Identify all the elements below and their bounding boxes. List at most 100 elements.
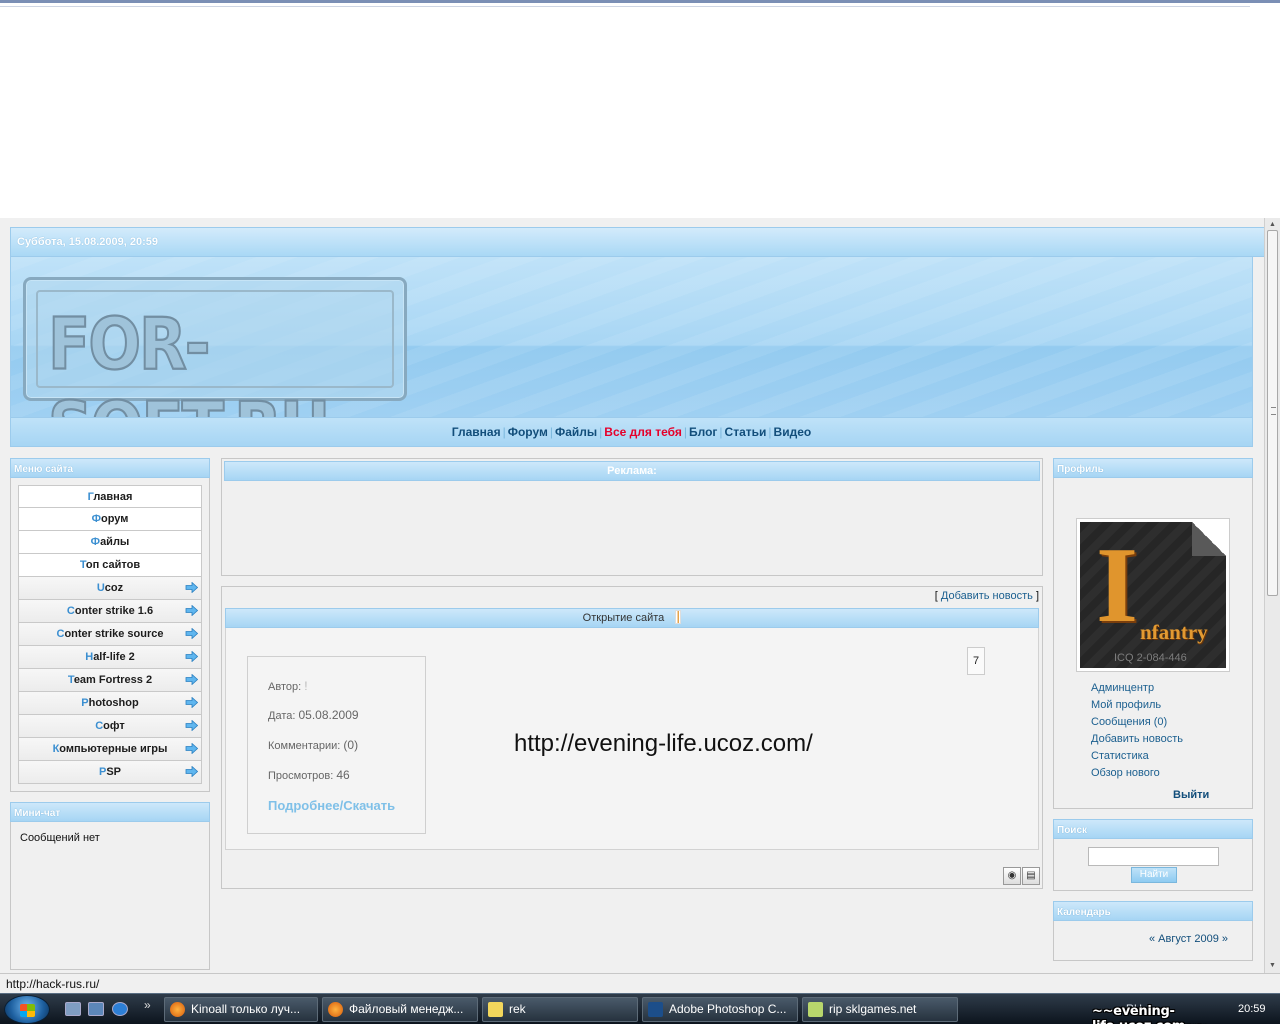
calendar-block: Календарь « Август 2009 »	[1053, 901, 1253, 961]
show-desktop-icon[interactable]	[65, 1002, 81, 1016]
avatar-word: nfantry	[1140, 620, 1208, 644]
news-content: Автор: ! Дата: 05.08.2009 Комментарии: (…	[225, 628, 1039, 850]
search-button[interactable]: Найти	[1131, 867, 1177, 883]
taskbar-button-0[interactable]: Kinoall только луч...	[164, 997, 318, 1022]
view-eye-icon[interactable]: ◉	[1003, 867, 1021, 885]
menu-item-first-letter: Ф	[91, 513, 101, 525]
calendar-month-nav[interactable]: « Август 2009 »	[1149, 933, 1228, 945]
internet-explorer-icon[interactable]	[112, 1002, 128, 1016]
date-row: Дата: 05.08.2009	[268, 708, 359, 722]
menu-item-label: айлы	[100, 536, 130, 548]
comments-value[interactable]: (0)	[343, 738, 358, 752]
profile-link-2[interactable]: Сообщения (0)	[1091, 716, 1183, 733]
bracket-open: [	[934, 590, 938, 602]
scroll-down-arrow-icon[interactable]: ▼	[1267, 961, 1278, 971]
profile-link-1[interactable]: Мой профиль	[1091, 699, 1183, 716]
logo-text: FOR-SOFT.RU	[47, 301, 331, 417]
profile-link-5[interactable]: Обзор нового	[1091, 767, 1183, 784]
menu-item-6[interactable]: Conter strike source	[18, 623, 202, 646]
windows-logo-bottom	[20, 1011, 35, 1017]
profile-header: Профиль	[1053, 458, 1253, 478]
news-title-bar[interactable]: Открытие сайта	[225, 608, 1039, 628]
menu-item-first-letter: P	[81, 697, 89, 709]
menu-item-label: оп сайтов	[85, 559, 141, 571]
page-scrollbar[interactable]: ▲ ▼	[1264, 218, 1280, 973]
menu-item-12[interactable]: PSP	[18, 761, 202, 784]
menu-item-7[interactable]: Half-life 2	[18, 646, 202, 669]
menu-item-0[interactable]: Главная	[18, 485, 202, 508]
menu-item-label: SP	[106, 766, 122, 778]
submenu-arrow-icon	[185, 582, 198, 593]
taskbar-button-label: Adobe Photoshop C...	[669, 1002, 787, 1016]
add-news-link[interactable]: Добавить новость	[941, 590, 1033, 602]
menu-item-1[interactable]: Форум	[18, 508, 202, 531]
menu-item-5[interactable]: Conter strike 1.6	[18, 600, 202, 623]
menu-item-label: омпьютерные игры	[59, 743, 168, 755]
nav-link-4[interactable]: Блог	[689, 425, 717, 439]
taskbar-button-3[interactable]: Adobe Photoshop C...	[642, 997, 798, 1022]
nav-separator: |	[683, 425, 687, 439]
menu-item-10[interactable]: Софт	[18, 715, 202, 738]
site-url-text: http://evening-life.ucoz.com/	[514, 730, 813, 757]
print-icon[interactable]: ▤	[1022, 867, 1040, 885]
menu-item-4[interactable]: Ucoz	[18, 577, 202, 600]
nav-link-1[interactable]: Форум	[508, 425, 548, 439]
profile-link-4[interactable]: Статистика	[1091, 750, 1183, 767]
nav-link-0[interactable]: Главная	[452, 425, 501, 439]
menu-item-9[interactable]: Photoshop	[18, 692, 202, 715]
taskbar-button-label: Файловый менедж...	[349, 1002, 464, 1016]
nav-link-6[interactable]: Видео	[774, 425, 812, 439]
site-menu: Главная Форум Файлы Топ сайтов Ucoz Conter st…	[10, 478, 210, 792]
submenu-arrow-icon	[185, 628, 198, 639]
top-divider	[0, 6, 1250, 7]
submenu-arrow-icon	[185, 766, 198, 777]
submenu-arrow-icon	[185, 605, 198, 616]
minichat-header: Мини-чат	[10, 802, 210, 822]
quicklaunch-more-icon[interactable]: »	[144, 998, 151, 1012]
taskbar-button-4[interactable]: rip sklgames.net	[802, 997, 958, 1022]
site-logo[interactable]: FOR-SOFT.RU	[23, 277, 407, 417]
scroll-grip-icon	[1271, 407, 1276, 415]
profile-link-0[interactable]: Админцентр	[1091, 682, 1183, 699]
nav-separator: |	[719, 425, 723, 439]
menu-item-first-letter: С	[95, 720, 104, 732]
app-icon	[808, 1002, 823, 1017]
menu-item-8[interactable]: Team Fortress 2	[18, 669, 202, 692]
taskbar-button-label: rek	[509, 1002, 526, 1016]
date-bar: Суббота, 15.08.2009, 20:59	[10, 227, 1264, 257]
switch-windows-icon[interactable]	[88, 1002, 104, 1016]
watermark: ~~evening-life.ucoz.com~~	[1092, 1004, 1207, 1024]
app-icon	[328, 1002, 343, 1017]
start-button[interactable]	[4, 995, 50, 1024]
nav-link-5[interactable]: Статьи	[725, 425, 767, 439]
site-header: FOR-SOFT.RU	[10, 257, 1253, 417]
new-marker-icon	[675, 610, 682, 624]
taskbar-button-1[interactable]: Файловый менедж...	[322, 997, 478, 1022]
ad-block: Реклама:	[221, 458, 1043, 576]
author-value[interactable]: !	[304, 679, 307, 693]
nav-link-3[interactable]: Все для тебя	[604, 425, 682, 439]
menu-item-label: onter strike 1.6	[74, 605, 154, 617]
more-download-link[interactable]: Подробнее/Скачать	[268, 798, 395, 813]
menu-item-label: onter strike source	[64, 628, 164, 640]
menu-item-3[interactable]: Топ сайтов	[18, 554, 202, 577]
nav-separator: |	[502, 425, 506, 439]
news-title[interactable]: Открытие сайта	[583, 612, 665, 624]
search-block: Поиск Найти	[1053, 819, 1253, 891]
nav-link-2[interactable]: Файлы	[555, 425, 597, 439]
date-label: Дата:	[268, 710, 296, 722]
day-counter-badge: 7	[967, 647, 985, 675]
taskbar-button-2[interactable]: rek	[482, 997, 638, 1022]
left-column: Меню сайта Главная Форум Файлы Топ сайтов Uc…	[10, 458, 210, 970]
middle-column: Реклама: [ Добавить новость ] Открытие с…	[221, 458, 1043, 889]
news-block: [ Добавить новость ] Открытие сайта Авто…	[221, 586, 1043, 889]
scroll-up-arrow-icon[interactable]: ▲	[1267, 220, 1278, 230]
profile-link-3[interactable]: Добавить новость	[1091, 733, 1183, 750]
web-page: Суббота, 15.08.2009, 20:59 FOR-SOFT.RU Г…	[0, 218, 1264, 973]
author-row: Автор: !	[268, 679, 308, 693]
menu-item-11[interactable]: Компьютерные игры	[18, 738, 202, 761]
scroll-thumb[interactable]	[1267, 230, 1278, 596]
menu-item-2[interactable]: Файлы	[18, 531, 202, 554]
search-input[interactable]	[1088, 847, 1219, 866]
logout-link[interactable]: Выйти	[1173, 789, 1209, 801]
